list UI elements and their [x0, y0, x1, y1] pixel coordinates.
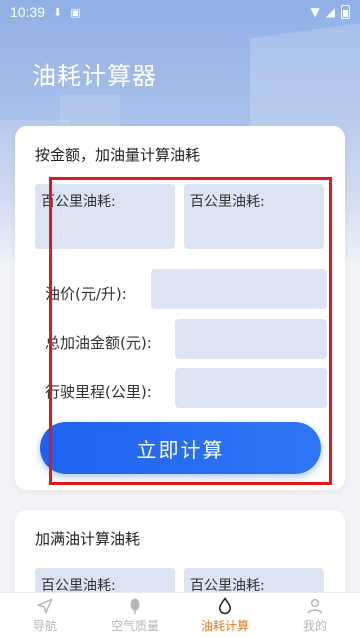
- fuel-drop-icon: [218, 596, 232, 614]
- calculate-button[interactable]: 立即计算: [40, 422, 321, 474]
- total-amount-label: 总加油金额(元):: [45, 334, 152, 352]
- fuel-price-label: 油价(元/升):: [45, 285, 127, 303]
- tab-label: 油耗计算: [200, 618, 249, 633]
- fuel-price-input[interactable]: [151, 269, 327, 309]
- status-bar: 10:39 ⬇ ▣ ▼ ◢: [0, 0, 360, 24]
- tab-label: 空气质量: [110, 618, 159, 633]
- wifi-icon: ▼: [310, 5, 320, 19]
- status-time: 10:39: [10, 4, 46, 20]
- tab-label: 我的: [302, 618, 327, 633]
- mileage-label: 行驶里程(公里):: [45, 383, 152, 401]
- tab-fuel-calc[interactable]: 油耗计算: [180, 593, 270, 637]
- battery-icon: [341, 5, 350, 19]
- app-notification-icon: ▣: [70, 5, 81, 19]
- amount-calc-card: 按金额，加油量计算油耗 百公里油耗: 百公里油耗: 油价(元/升): 总加油金额…: [15, 126, 345, 490]
- card-title: 按金额，加油量计算油耗: [35, 146, 201, 164]
- result-consumption-right: 百公里油耗:: [184, 184, 324, 249]
- navigation-arrow-icon: [37, 598, 53, 613]
- tab-label: 导航: [32, 618, 57, 633]
- result-label: 百公里油耗:: [41, 194, 116, 210]
- total-amount-input[interactable]: [175, 319, 327, 359]
- card-title: 加满油计算油耗: [35, 530, 141, 548]
- tab-air-quality[interactable]: 空气质量: [90, 593, 180, 637]
- tab-profile[interactable]: 我的: [270, 593, 360, 637]
- result-consumption-left: 百公里油耗:: [35, 184, 175, 249]
- page-title: 油耗计算器: [32, 62, 157, 90]
- mileage-input[interactable]: [175, 368, 327, 408]
- signal-icon: ◢: [325, 5, 335, 19]
- user-icon: [307, 598, 323, 614]
- result-label: 百公里油耗:: [190, 194, 265, 210]
- bottom-tab-bar: 导航 空气质量 油耗计算 我的: [0, 592, 360, 637]
- download-icon: ⬇: [53, 5, 63, 19]
- tab-navigation[interactable]: 导航: [0, 593, 90, 637]
- leaf-icon: [130, 598, 140, 614]
